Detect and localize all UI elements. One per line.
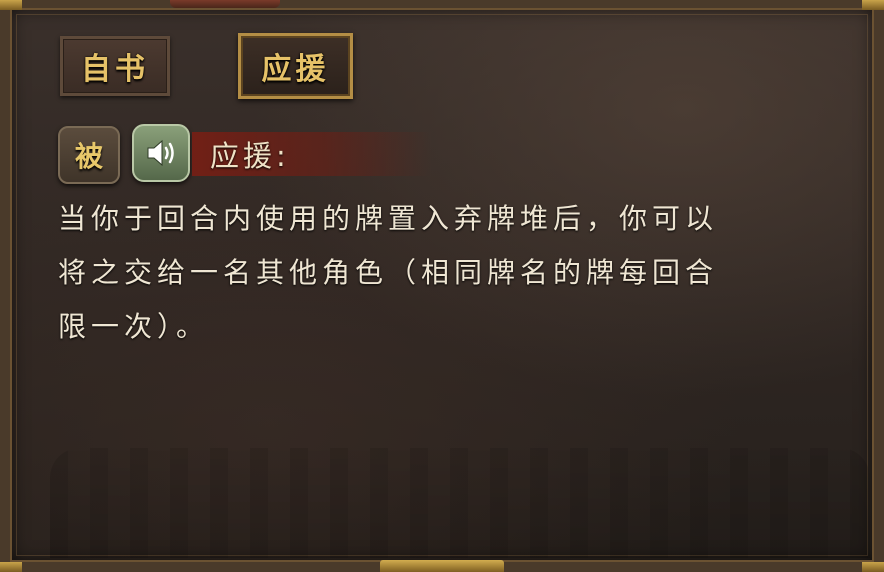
corner-ornament — [0, 562, 22, 572]
background-artwork — [50, 448, 870, 558]
skill-name: 应援: — [210, 139, 290, 173]
corner-ornament — [862, 562, 884, 572]
skill-name-bar: 应援: — [192, 132, 432, 176]
top-ornament — [170, 0, 280, 8]
description-line: 将之交给一名其他角色（相同牌名的牌每回合 — [58, 256, 719, 289]
corner-ornament — [0, 0, 22, 10]
speaker-icon — [147, 139, 174, 167]
tab-autobiography[interactable]: 自书 — [60, 36, 170, 96]
skill-description: 当你于回合内使用的牌置入弃牌堆后，你可以 将之交给一名其他角色（相同牌名的牌每回… — [58, 192, 848, 354]
corner-ornament — [862, 0, 884, 10]
play-voice-button[interactable] — [132, 124, 190, 182]
description-line: 限一次）。 — [58, 310, 210, 343]
passive-skill-badge: 被 — [58, 126, 120, 184]
tab-support-skill[interactable]: 应援 — [238, 33, 353, 99]
bottom-ornament — [380, 560, 504, 572]
description-line: 当你于回合内使用的牌置入弃牌堆后，你可以 — [58, 202, 719, 235]
